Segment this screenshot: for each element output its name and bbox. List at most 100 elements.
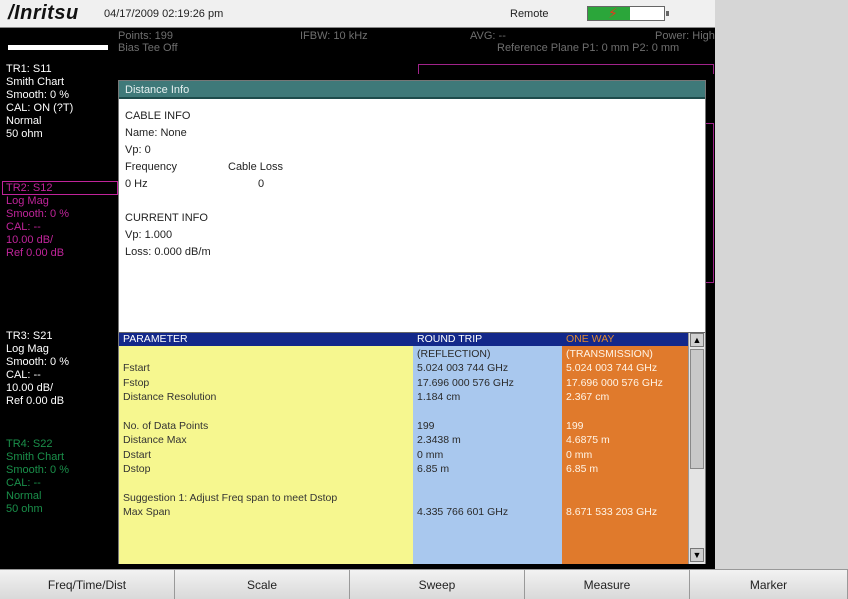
ref-plane-label: Reference Plane P1: 0 mm P2: 0 mm [497, 42, 680, 54]
parameter-table: PARAMETER ROUND TRIP ONE WAY Fstart Fstop… [119, 332, 705, 564]
one-way-column: (TRANSMISSION) 5.024 003 744 GHz 17.696 00… [562, 346, 688, 564]
scrollbar-thumb[interactable] [690, 349, 704, 469]
round-trip-cell: 1.184 cm [417, 391, 461, 404]
round-trip-cell: 199 [417, 419, 435, 432]
dialog-title: Distance Info [119, 81, 705, 99]
trace-line: Smooth: 0 % [6, 89, 69, 101]
one-way-cell: 8.671 533 203 GHz [566, 506, 658, 519]
one-way-cell: 17.696 000 576 GHz [566, 376, 663, 389]
parameter-cell: Max Span [123, 506, 171, 519]
trace-line: CAL: -- [6, 369, 41, 381]
remote-indicator: Remote [510, 8, 549, 20]
trace-line: Normal [6, 115, 42, 127]
round-trip-cell [417, 477, 562, 491]
trace-line: Smooth: 0 % [6, 464, 69, 476]
marker-bar [8, 45, 108, 50]
round-trip-cell [417, 491, 562, 505]
one-way-cell: 5.024 003 744 GHz [566, 362, 658, 375]
one-way-cell [566, 477, 688, 491]
frequency-value: 0 Hz [125, 178, 148, 190]
trace-line: Log Mag [6, 195, 49, 207]
header-round-trip: ROUND TRIP [417, 333, 483, 345]
round-trip-column: (REFLECTION) 5.024 003 744 GHz 17.696 000 … [413, 346, 562, 564]
right-panel [715, 0, 848, 569]
round-trip-cell: 5.024 003 744 GHz [417, 362, 509, 375]
table-scrollbar[interactable]: ▲ ▼ [688, 333, 705, 564]
frequency-label: Frequency [125, 161, 177, 173]
trace-1-info[interactable]: TR1: S11 Smith Chart Smooth: 0 % CAL: ON… [6, 63, 73, 141]
bias-tee-label: Bias Tee Off [118, 42, 178, 54]
trace-line: TR2: S12 [6, 182, 53, 194]
trace-line: Smooth: 0 % [6, 356, 69, 368]
softkey-3[interactable]: Measure [525, 570, 690, 599]
parameter-cell: Suggestion 1: Adjust Freq span to meet D… [123, 491, 338, 504]
one-way-cell: 4.6875 m [566, 434, 610, 447]
trace-line: TR1: S11 [6, 63, 52, 75]
softkey-1[interactable]: Scale [175, 570, 350, 599]
parameter-cell: Fstart [123, 362, 150, 375]
trace-line: Ref 0.00 dB [6, 395, 65, 407]
softkey-2[interactable]: Sweep [350, 570, 525, 599]
parameter-cell: Dstop [123, 463, 151, 476]
trace-line: 50 ohm [6, 128, 43, 140]
charging-plug-icon: ⚡ [608, 5, 618, 21]
trace-line: 50 ohm [6, 503, 43, 515]
one-way-cell [566, 491, 688, 505]
current-vp: Vp: 1.000 [125, 229, 173, 241]
parameter-cell: No. of Data Points [123, 419, 209, 432]
table-header: PARAMETER ROUND TRIP ONE WAY [119, 333, 688, 346]
round-trip-cell: 6.85 m [417, 463, 450, 476]
parameter-cell: Distance Resolution [123, 391, 217, 404]
one-way-cell: 2.367 cm [566, 391, 610, 404]
avg-label: AVG: -- [470, 30, 506, 42]
brand-logo: /Inritsu [8, 2, 79, 24]
parameter-cell [123, 477, 413, 491]
round-trip-cell: (REFLECTION) [417, 348, 491, 360]
trace-line: CAL: ON (?T) [6, 102, 74, 114]
cable-info-heading: CABLE INFO [125, 110, 191, 122]
trace-line: TR4: S22 [6, 438, 53, 450]
header-parameter: PARAMETER [123, 333, 188, 345]
one-way-cell: (TRANSMISSION) [566, 348, 653, 360]
softkey-bar: Freq/Time/Dist Scale Sweep Measure Marker [0, 569, 848, 599]
round-trip-cell: 4.335 766 601 GHz [417, 506, 509, 519]
trace-line: 10.00 dB/ [6, 382, 54, 394]
battery-tip [666, 11, 669, 16]
cable-loss-label: Cable Loss [228, 161, 284, 173]
trace-3-info[interactable]: TR3: S21 Log Mag Smooth: 0 % CAL: -- 10.… [6, 330, 69, 408]
scroll-down-arrow-icon[interactable]: ▼ [690, 548, 704, 562]
one-way-cell [566, 405, 688, 419]
scroll-up-arrow-icon[interactable]: ▲ [690, 333, 704, 347]
round-trip-cell [417, 405, 562, 419]
parameter-cell: Fstop [123, 376, 150, 389]
plot-grid-right [706, 123, 714, 283]
trace-4-info[interactable]: TR4: S22 Smith Chart Smooth: 0 % CAL: --… [6, 438, 69, 516]
softkey-0[interactable]: Freq/Time/Dist [0, 570, 175, 599]
trace-line: TR3: S21 [6, 330, 53, 342]
power-label: Power: High [655, 30, 715, 42]
trace-line: Smith Chart [6, 451, 65, 463]
trace-line: Log Mag [6, 343, 49, 355]
freq-loss-value-row: 0 Hz 0 [125, 176, 283, 193]
trace-line: CAL: -- [6, 221, 41, 233]
current-loss: Loss: 0.000 dB/m [125, 246, 211, 258]
trace-2-info[interactable]: TR2: S12 Log Mag Smooth: 0 % CAL: -- 10.… [6, 182, 69, 260]
cable-info-section: CABLE INFO Name: None Vp: 0 Frequency Cab… [125, 108, 283, 261]
one-way-cell: 199 [566, 419, 584, 432]
trace-line: Smith Chart [6, 76, 65, 88]
trace-line: 10.00 dB/ [6, 234, 54, 246]
cable-vp: Vp: 0 [125, 144, 151, 156]
one-way-cell: 6.85 m [566, 463, 599, 476]
round-trip-cell: 17.696 000 576 GHz [417, 376, 514, 389]
round-trip-cell: 2.3438 m [417, 434, 461, 447]
datetime-display: 04/17/2009 02:19:26 pm [104, 8, 224, 20]
trace-line: Smooth: 0 % [6, 208, 69, 220]
ifbw-label: IFBW: 10 kHz [300, 30, 368, 42]
distance-info-dialog: Distance Info CABLE INFO Name: None Vp: … [118, 80, 706, 564]
battery-charging-icon: ⚡ [587, 6, 665, 21]
softkey-4[interactable]: Marker [690, 570, 848, 599]
points-label: Points: 199 [118, 30, 174, 42]
parameter-cell: Distance Max [123, 434, 187, 447]
current-info-heading: CURRENT INFO [125, 212, 208, 224]
parameter-column: Fstart Fstop Distance Resolution No. of Dat… [119, 346, 413, 564]
